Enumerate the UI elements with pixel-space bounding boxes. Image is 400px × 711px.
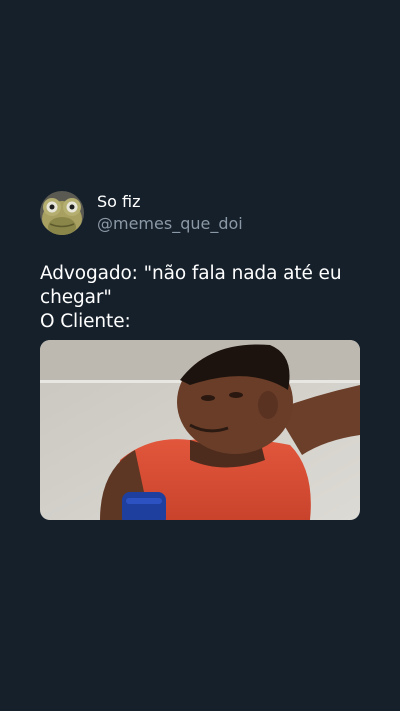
user-handle[interactable]: @memes_que_doi — [97, 214, 243, 234]
frog-face-avatar-icon — [40, 191, 84, 235]
tweet-text-line: Advogado: "não fala nada até eu — [40, 263, 342, 284]
display-name[interactable]: So fiz — [97, 192, 243, 212]
tweet-media-image[interactable] — [40, 340, 360, 520]
tweet-text-line: O Cliente: — [40, 311, 131, 332]
meme-photo — [40, 340, 360, 520]
tweet-text-line: chegar" — [40, 287, 112, 308]
tweet-header: So fiz @memes_que_doi — [40, 190, 360, 236]
tweet-author: So fiz @memes_que_doi — [97, 192, 243, 234]
tweet-text: Advogado: "não fala nada até eu chegar" … — [40, 262, 360, 334]
avatar[interactable] — [40, 191, 84, 235]
tweet-card: So fiz @memes_que_doi Advogado: "não fal… — [40, 190, 360, 334]
